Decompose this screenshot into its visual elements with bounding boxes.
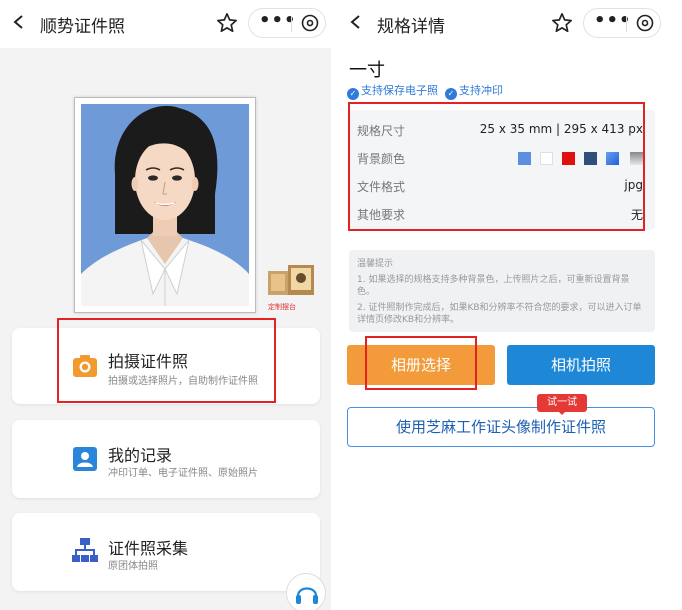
my-records-card[interactable]: 我的记录 冲印订单、电子证件照、原始照片 <box>12 420 320 498</box>
mini-program-capsule: ••• <box>248 8 326 38</box>
check-icon: ✓ <box>445 88 457 100</box>
tips-panel: 温馨提示 1. 如果选择的规格支持多种背景色，上传照片之后，可重新设置背景色。 … <box>349 250 655 332</box>
tips-heading: 温馨提示 <box>357 259 394 269</box>
card-title: 我的记录 <box>108 446 173 465</box>
sample-id-photo <box>81 104 249 306</box>
badge-pointer <box>558 411 566 415</box>
photo-stand-thumbnail[interactable] <box>268 265 316 295</box>
try-it-badge: 试一试 <box>537 394 587 412</box>
spec-size-name: 一寸 <box>349 60 385 81</box>
tip-item: 2. 证件照制作完成后，如果KB和分辨率不符合您的要求，可以进入订单详情页修改K… <box>357 303 642 325</box>
highlight-box <box>348 102 645 231</box>
back-arrow-icon[interactable] <box>12 15 26 29</box>
zhima-badge-photo-button[interactable]: 使用芝麻工作证头像制作证件照 <box>347 407 655 447</box>
mini-program-capsule: ••• <box>583 8 661 38</box>
feature-print: ✓ 支持冲印 <box>445 82 503 100</box>
thumbnail-caption: 定制摆台 <box>268 303 296 311</box>
home-screen: 顺势证件照 ••• 定制摆台 拍摄证件照 拍摄或选择照片，自助制作证件照 我的记… <box>0 0 331 610</box>
sample-photo-frame <box>74 97 256 313</box>
highlight-box <box>57 318 276 403</box>
customer-service-button[interactable] <box>286 573 326 610</box>
navigation-bar: 顺势证件照 ••• <box>0 0 331 48</box>
capsule-divider <box>291 16 292 32</box>
camera-shoot-button[interactable]: 相机拍照 <box>507 345 655 385</box>
tip-item: 1. 如果选择的规格支持多种背景色，上传照片之后，可重新设置背景色。 <box>357 275 630 297</box>
user-record-icon <box>73 447 97 471</box>
id-photo-collection-card[interactable]: 证件照采集 原团体拍照 <box>12 513 320 591</box>
close-icon[interactable] <box>636 14 654 32</box>
star-icon[interactable] <box>216 12 238 34</box>
headset-icon <box>296 587 318 604</box>
page-title: 顺势证件照 <box>40 17 125 37</box>
close-icon[interactable] <box>301 14 319 32</box>
org-chart-icon <box>72 538 98 562</box>
card-subtitle: 冲印订单、电子证件照、原始照片 <box>108 468 258 479</box>
card-title: 证件照采集 <box>108 539 189 558</box>
spec-detail-screen: 规格详情 ••• 一寸 ✓ 支持保存电子照 ✓ 支持冲印 规格尺寸 25 x 35 … <box>337 0 661 610</box>
navigation-bar: 规格详情 ••• <box>337 0 661 48</box>
check-icon: ✓ <box>347 88 359 100</box>
page-title: 规格详情 <box>377 17 445 37</box>
capsule-divider <box>626 16 627 32</box>
card-subtitle: 原团体拍照 <box>108 561 158 572</box>
star-icon[interactable] <box>551 12 573 34</box>
highlight-box <box>365 336 477 390</box>
back-arrow-icon[interactable] <box>349 15 363 29</box>
feature-electronic-photo: ✓ 支持保存电子照 <box>347 82 438 100</box>
